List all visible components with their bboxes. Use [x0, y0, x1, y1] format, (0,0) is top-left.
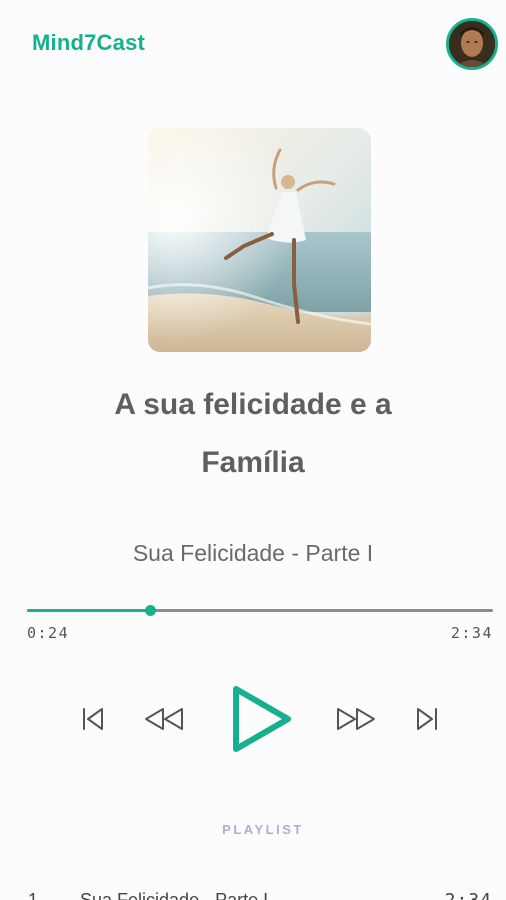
play-icon[interactable] — [229, 682, 295, 756]
app-header: Mind7Cast — [0, 0, 506, 90]
skip-next-icon[interactable] — [414, 706, 440, 732]
playlist-item[interactable]: 1 Sua Felicidade - Parte I 2:34 — [0, 884, 506, 900]
album-cover-image — [148, 128, 371, 352]
playback-controls — [0, 680, 506, 760]
progress-fill — [27, 609, 151, 612]
track-name: Sua Felicidade - Parte I — [132, 540, 374, 566]
skip-previous-icon[interactable] — [80, 706, 106, 732]
elapsed-time: 0:24 — [27, 624, 70, 642]
total-duration: 2:34 — [450, 624, 493, 642]
playlist-item-title: Sua Felicidade - Parte I — [80, 890, 269, 900]
user-avatar[interactable] — [446, 18, 498, 70]
progress-knob[interactable] — [145, 605, 157, 616]
album-title-line-1: A sua felicidade e a — [114, 388, 392, 421]
playlist-item-duration: 2:34 — [445, 890, 492, 900]
progress-slider[interactable] — [27, 603, 493, 619]
album-title-line-2: Família — [201, 446, 305, 479]
avatar-image — [449, 21, 495, 67]
playlist-heading: PLAYLIST — [222, 822, 304, 837]
fast-forward-icon[interactable] — [335, 706, 377, 732]
album-title: A sua felicidade e a Família — [40, 376, 466, 492]
playlist-item-number: 1 — [28, 890, 39, 900]
rewind-icon[interactable] — [143, 706, 185, 732]
brand-logo[interactable]: Mind7Cast — [32, 30, 145, 56]
